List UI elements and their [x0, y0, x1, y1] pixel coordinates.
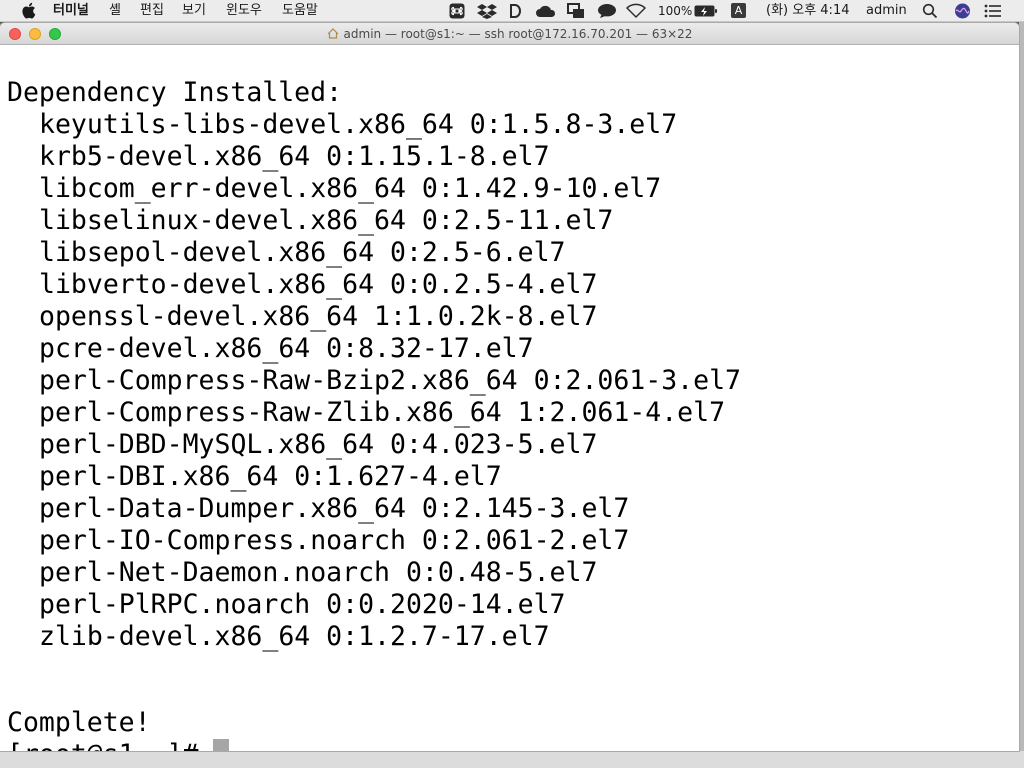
- wifi-icon[interactable]: [626, 3, 646, 19]
- notification-center-icon[interactable]: [984, 3, 1002, 19]
- input-source-indicator[interactable]: A: [731, 3, 746, 18]
- menu-bar: 터미널 셸 편집 보기 윈도우 도움말 100% A (화) 오후 4:14 a…: [0, 0, 1024, 22]
- package-line: krb5-devel.x86_64 0:1.15.1-8.el7: [39, 141, 550, 172]
- terminal-cursor: [213, 739, 229, 751]
- package-line: perl-Data-Dumper.x86_64 0:2.145-3.el7: [39, 493, 630, 524]
- package-line: libcom_err-devel.x86_64 0:1.42.9-10.el7: [39, 173, 662, 204]
- package-line: perl-DBD-MySQL.x86_64 0:4.023-5.el7: [39, 429, 598, 460]
- package-line: libsepol-devel.x86_64 0:2.5-6.el7: [39, 237, 566, 268]
- d-app-icon[interactable]: [507, 3, 523, 19]
- desktop-background-bottom: [0, 751, 1024, 768]
- menu-app-terminal[interactable]: 터미널: [53, 3, 89, 19]
- terminal-header-line: Dependency Installed:: [7, 77, 343, 108]
- terminal-window: admin — root@s1:~ — ssh root@172.16.70.2…: [0, 23, 1019, 751]
- command-icon[interactable]: [449, 3, 465, 19]
- menu-view[interactable]: 보기: [182, 3, 206, 19]
- cloud-icon[interactable]: [535, 3, 557, 19]
- menubar-clock[interactable]: (화) 오후 4:14: [766, 3, 849, 19]
- search-icon[interactable]: [922, 3, 938, 19]
- desktop-background-right: [1019, 22, 1024, 768]
- package-line: openssl-devel.x86_64 1:1.0.2k-8.el7: [39, 301, 598, 332]
- terminal-prompt: [root@s1 ~]#: [7, 739, 214, 751]
- menu-shell[interactable]: 셸: [109, 3, 121, 19]
- battery-icon[interactable]: [694, 3, 718, 19]
- package-line: perl-Compress-Raw-Bzip2.x86_64 0:2.061-3…: [39, 365, 741, 396]
- terminal-output[interactable]: Dependency Installed: keyutils-libs-deve…: [7, 45, 1012, 751]
- package-line: perl-PlRPC.noarch 0:0.2020-14.el7: [39, 589, 566, 620]
- battery-percent: 100%: [658, 4, 693, 18]
- package-line: zlib-devel.x86_64 0:1.2.7-17.el7: [39, 621, 550, 652]
- package-line: perl-DBI.x86_64 0:1.627-4.el7: [39, 461, 502, 492]
- apple-icon[interactable]: [21, 2, 36, 19]
- terminal-complete-line: Complete!: [7, 707, 151, 738]
- screen-share-icon[interactable]: [567, 3, 585, 19]
- menu-window[interactable]: 윈도우: [226, 3, 262, 19]
- window-title-text: admin — root@s1:~ — ssh root@172.16.70.2…: [343, 27, 693, 41]
- package-line: perl-IO-Compress.noarch 0:2.061-2.el7: [39, 525, 630, 556]
- menubar-user[interactable]: admin: [866, 3, 907, 19]
- window-title: admin — root@s1:~ — ssh root@172.16.70.2…: [0, 26, 1019, 42]
- package-line: libverto-devel.x86_64 0:0.2.5-4.el7: [39, 269, 598, 300]
- package-line: perl-Compress-Raw-Zlib.x86_64 1:2.061-4.…: [39, 397, 726, 428]
- siri-icon[interactable]: [954, 3, 971, 19]
- package-line: libselinux-devel.x86_64 0:2.5-11.el7: [39, 205, 614, 236]
- menu-edit[interactable]: 편집: [140, 3, 164, 19]
- package-line: pcre-devel.x86_64 0:8.32-17.el7: [39, 333, 534, 364]
- window-title-bar[interactable]: admin — root@s1:~ — ssh root@172.16.70.2…: [0, 23, 1019, 45]
- package-line: keyutils-libs-devel.x86_64 0:1.5.8-3.el7: [39, 109, 678, 140]
- dropbox-icon[interactable]: [477, 3, 497, 19]
- menu-help[interactable]: 도움말: [282, 3, 318, 19]
- chat-bubble-icon[interactable]: [597, 3, 617, 19]
- package-line: perl-Net-Daemon.noarch 0:0.48-5.el7: [39, 557, 598, 588]
- home-icon: [327, 28, 338, 39]
